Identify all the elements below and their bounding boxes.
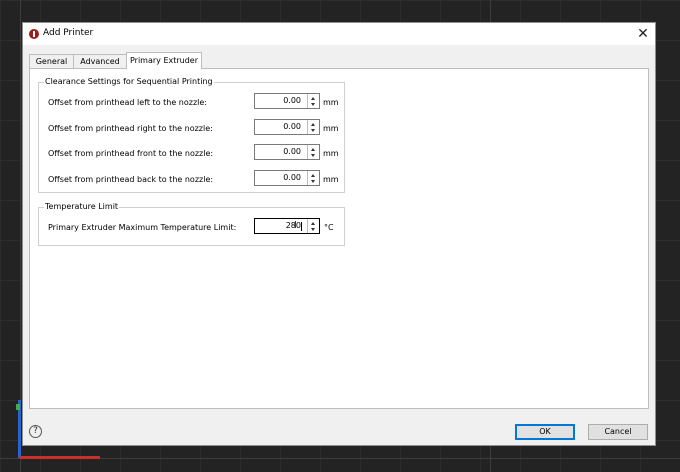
- offset-left-spinbox[interactable]: 0.00: [254, 93, 320, 109]
- primary-extruder-panel: Clearance Settings for Sequential Printi…: [29, 68, 649, 409]
- spin-arrows[interactable]: [307, 120, 319, 134]
- spin-arrows[interactable]: [307, 94, 319, 108]
- y-axis-indicator: [16, 404, 20, 410]
- viewport-gridline: [0, 458, 680, 459]
- offset-front-spinbox[interactable]: 0.00: [254, 144, 320, 160]
- spin-arrows[interactable]: [307, 145, 319, 159]
- offset-left-label: Offset from printhead left to the nozzle…: [48, 98, 207, 107]
- x-axis-indicator: [20, 456, 100, 459]
- spin-up-icon[interactable]: [311, 174, 315, 177]
- spin-up-icon[interactable]: [311, 148, 315, 151]
- offset-back-value: 0.00: [283, 173, 301, 182]
- spin-down-icon[interactable]: [311, 129, 315, 132]
- close-button[interactable]: ✕: [631, 23, 655, 45]
- cancel-button[interactable]: Cancel: [588, 424, 648, 440]
- spin-down-icon[interactable]: [311, 154, 315, 157]
- temperature-limit-group: Temperature Limit Primary Extruder Maxim…: [38, 202, 345, 246]
- app-logo-icon: [29, 29, 39, 39]
- offset-front-unit: mm: [323, 149, 339, 158]
- offset-back-label: Offset from printhead back to the nozzle…: [48, 175, 214, 184]
- close-icon: ✕: [637, 26, 649, 42]
- clearance-settings-group: Clearance Settings for Sequential Printi…: [38, 77, 345, 193]
- offset-left-value: 0.00: [283, 96, 301, 105]
- offset-front-label: Offset from printhead front to the nozzl…: [48, 149, 214, 158]
- help-icon: ?: [33, 426, 38, 436]
- max-temperature-spinbox[interactable]: 280: [254, 218, 320, 234]
- dialog-titlebar: Add Printer ✕: [23, 23, 655, 45]
- ibeam-cursor-icon: I: [294, 220, 297, 231]
- offset-back-spinbox[interactable]: 0.00: [254, 170, 320, 186]
- temperature-group-title: Temperature Limit: [44, 202, 120, 212]
- offset-right-value: 0.00: [283, 122, 301, 131]
- tab-general[interactable]: General: [29, 54, 74, 68]
- help-button[interactable]: ?: [29, 425, 42, 438]
- spin-up-icon[interactable]: [311, 123, 315, 126]
- tab-primary-extruder[interactable]: Primary Extruder: [126, 52, 202, 69]
- clearance-group-title: Clearance Settings for Sequential Printi…: [44, 77, 214, 87]
- spin-arrows[interactable]: [307, 219, 319, 233]
- spin-up-icon[interactable]: [311, 222, 315, 225]
- offset-right-unit: mm: [323, 124, 339, 133]
- spin-arrows[interactable]: [307, 171, 319, 185]
- ok-button[interactable]: OK: [515, 424, 575, 440]
- offset-right-label: Offset from printhead right to the nozzl…: [48, 124, 213, 133]
- spin-up-icon[interactable]: [311, 97, 315, 100]
- dialog-title: Add Printer: [43, 28, 94, 38]
- max-temperature-label: Primary Extruder Maximum Temperature Lim…: [48, 223, 237, 232]
- tab-advanced[interactable]: Advanced: [73, 54, 127, 68]
- spin-down-icon[interactable]: [311, 180, 315, 183]
- offset-right-spinbox[interactable]: 0.00: [254, 119, 320, 135]
- text-caret: [301, 222, 302, 231]
- add-printer-dialog: Add Printer ✕ General Advanced Primary E…: [22, 22, 656, 446]
- offset-left-unit: mm: [323, 98, 339, 107]
- spin-down-icon[interactable]: [311, 228, 315, 231]
- offset-front-value: 0.00: [283, 147, 301, 156]
- offset-back-unit: mm: [323, 175, 339, 184]
- spin-down-icon[interactable]: [311, 103, 315, 106]
- max-temperature-unit: °C: [324, 223, 334, 232]
